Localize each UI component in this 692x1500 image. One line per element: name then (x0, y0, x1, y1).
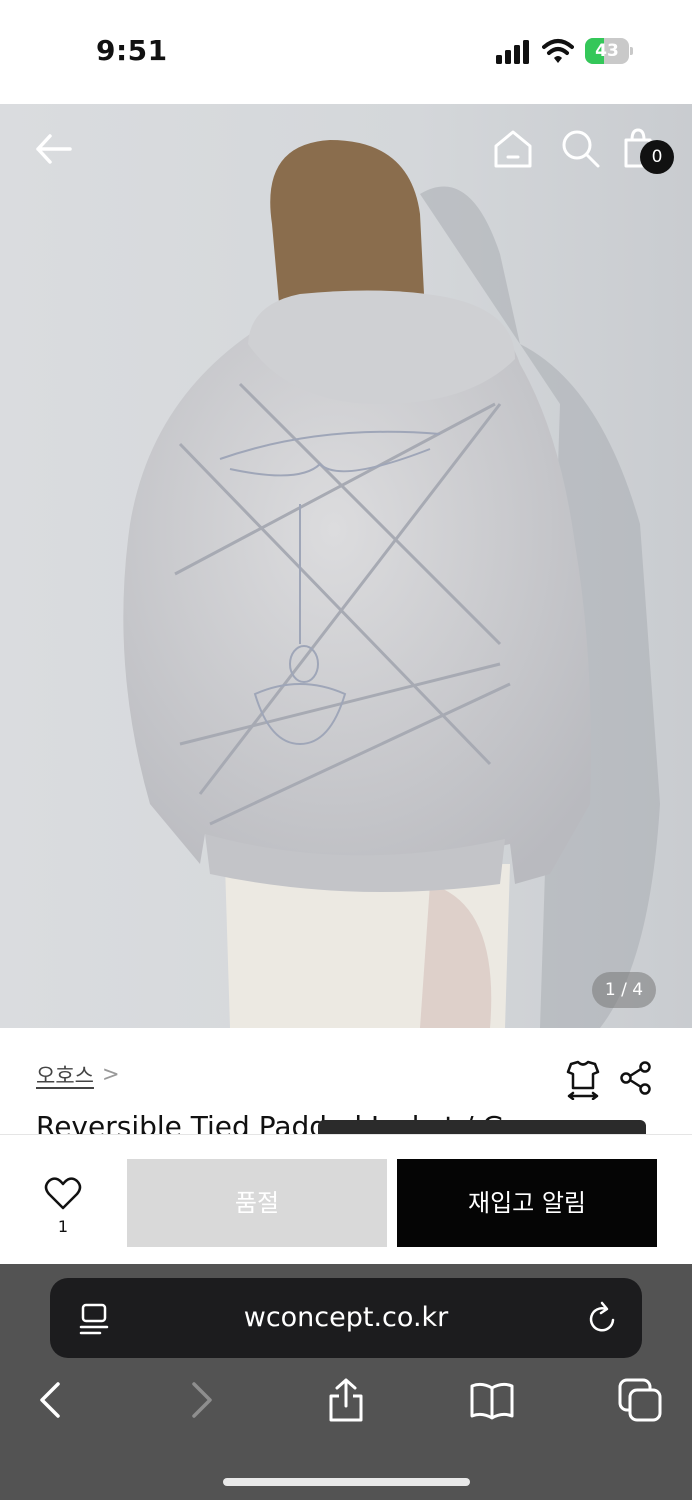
status-bar: 9:51 43 (0, 0, 692, 104)
back-icon[interactable] (28, 1376, 76, 1424)
home-icon[interactable] (490, 126, 536, 172)
product-photo (0, 104, 692, 1028)
restock-alert-button[interactable]: 재입고 알림 (397, 1159, 657, 1247)
home-indicator (223, 1478, 470, 1486)
purchase-bar: 1 품절 재입고 알림 (0, 1134, 692, 1265)
share-sheet-icon[interactable] (322, 1376, 370, 1424)
cart-count-badge[interactable]: 0 (640, 140, 674, 174)
cellular-signal-icon (496, 40, 529, 64)
reload-icon[interactable] (586, 1300, 620, 1336)
bookmarks-icon[interactable] (468, 1376, 516, 1424)
brand-link[interactable]: 오호스 (36, 1060, 94, 1090)
battery-icon: 43 (585, 38, 633, 64)
size-guide-icon[interactable] (562, 1058, 604, 1100)
heart-icon[interactable] (44, 1175, 82, 1211)
search-icon[interactable] (558, 126, 602, 170)
soldout-button[interactable]: 품절 (127, 1159, 387, 1247)
status-time: 9:51 (96, 34, 168, 67)
product-image[interactable] (0, 104, 692, 1028)
wifi-icon (542, 39, 574, 63)
url-text[interactable]: wconcept.co.kr (50, 1278, 642, 1358)
back-arrow-icon[interactable] (30, 125, 78, 173)
browser-toolbar: wconcept.co.kr (0, 1264, 692, 1500)
share-icon[interactable] (618, 1060, 654, 1096)
like-count: 1 (57, 1217, 69, 1236)
forward-icon[interactable] (176, 1376, 224, 1424)
chevron-right-icon: > (102, 1062, 120, 1086)
tabs-icon[interactable] (616, 1376, 664, 1424)
battery-percent: 43 (595, 41, 619, 61)
product-info: 오호스 > Reversible Tied Padded Jacket / Gr… (0, 1028, 692, 1138)
address-bar[interactable]: wconcept.co.kr (50, 1278, 642, 1358)
image-page-counter: 1 / 4 (592, 972, 656, 1008)
